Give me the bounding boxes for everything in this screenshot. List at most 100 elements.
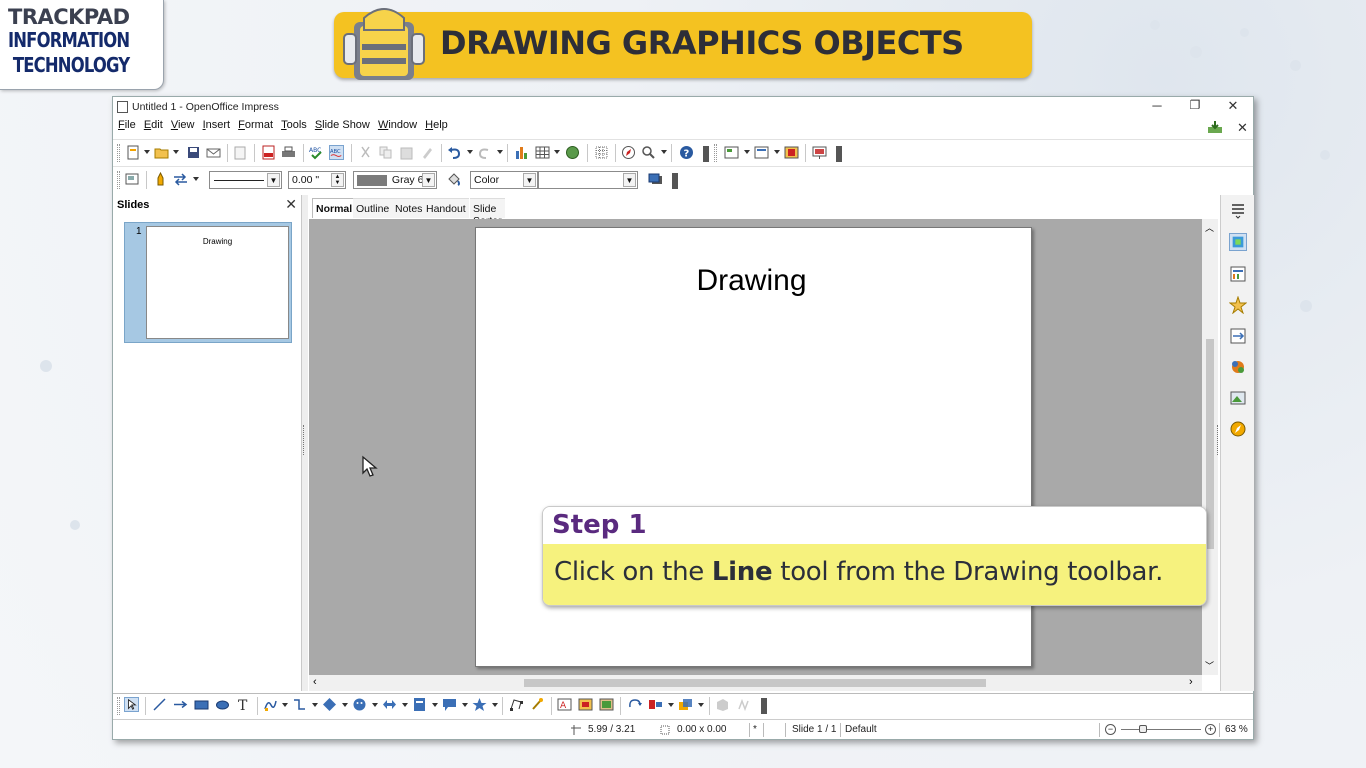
cut-icon[interactable] [358, 145, 373, 160]
curve-tool-icon[interactable] [263, 697, 278, 712]
chevron-down-icon[interactable] [282, 703, 288, 707]
close-pane-button[interactable]: ✕ [285, 196, 297, 213]
menu-insert[interactable]: Insert [203, 119, 231, 131]
chevron-down-icon[interactable]: ▼ [267, 173, 280, 187]
navigator-globe-icon[interactable] [565, 145, 580, 160]
area-style-select[interactable]: Color ▼ [470, 171, 538, 189]
help-icon[interactable]: ? [679, 145, 694, 160]
open-folder-icon[interactable] [154, 145, 169, 160]
horizontal-scroll-thumb[interactable] [524, 679, 986, 687]
callouts-icon[interactable] [442, 697, 457, 712]
vertical-scroll-thumb[interactable] [1206, 339, 1214, 549]
restore-button[interactable]: ❐ [1185, 98, 1205, 112]
chevron-down-icon[interactable] [342, 703, 348, 707]
grid-icon[interactable] [594, 145, 609, 160]
chevron-down-icon[interactable] [432, 703, 438, 707]
save-icon[interactable] [186, 145, 201, 160]
horizontal-scrollbar[interactable]: ‹ › [309, 675, 1202, 691]
chevron-down-icon[interactable] [661, 150, 667, 154]
sidebar-grip[interactable] [1217, 425, 1220, 455]
chevron-down-icon[interactable] [312, 703, 318, 707]
line-style-select[interactable]: ▼ [209, 171, 282, 189]
extrusion-icon[interactable] [715, 697, 730, 712]
chevron-down-icon[interactable] [698, 703, 704, 707]
zoom-slider[interactable] [1121, 729, 1201, 730]
menu-view[interactable]: View [171, 119, 195, 131]
pane-splitter[interactable] [302, 195, 308, 691]
properties-icon[interactable] [1229, 233, 1247, 251]
scroll-down-icon[interactable]: ﹀ [1205, 659, 1214, 672]
rotate-icon[interactable] [627, 697, 642, 712]
chevron-down-icon[interactable] [668, 703, 674, 707]
tab-normal[interactable]: Normal [312, 198, 357, 218]
display-slide-icon[interactable] [125, 172, 140, 187]
tab-handout[interactable]: Handout [423, 198, 469, 218]
alignment-icon[interactable] [648, 697, 663, 712]
navigator-icon[interactable] [621, 145, 636, 160]
email-icon[interactable] [206, 145, 221, 160]
spellcheck-icon[interactable]: ABC [309, 145, 324, 160]
block-arrows-icon[interactable] [382, 697, 397, 712]
toolbar-overflow[interactable] [761, 698, 767, 714]
gallery-icon[interactable] [1229, 389, 1247, 407]
paste-icon[interactable] [399, 145, 414, 160]
edit-file-icon[interactable] [233, 145, 248, 160]
menu-edit[interactable]: Edit [144, 119, 163, 131]
zoom-in-icon[interactable]: + [1205, 724, 1216, 735]
basic-shapes-icon[interactable] [322, 697, 337, 712]
slide-transition-icon[interactable] [1229, 327, 1247, 345]
chevron-down-icon[interactable] [173, 150, 179, 154]
line-width-field[interactable]: 0.00 " ▲ ▼ [288, 171, 346, 189]
close-button[interactable]: ✕ [1223, 98, 1243, 114]
chevron-down-icon[interactable]: ▼ [422, 173, 435, 187]
clone-formatting-icon[interactable] [420, 145, 435, 160]
from-file-icon[interactable] [578, 697, 593, 712]
tab-notes[interactable]: Notes [392, 198, 426, 218]
status-zoom[interactable]: 63 % [1225, 724, 1248, 735]
slide-layout-icon[interactable] [724, 145, 739, 160]
redo-icon[interactable] [477, 145, 492, 160]
menu-tools[interactable]: Tools [281, 119, 307, 131]
toolbar-overflow[interactable] [672, 173, 678, 189]
chevron-down-icon[interactable] [193, 177, 199, 181]
slide-workspace[interactable]: Drawing [309, 219, 1202, 675]
gallery-icon[interactable] [599, 697, 614, 712]
chevron-down-icon[interactable] [144, 150, 150, 154]
chevron-down-icon[interactable] [462, 703, 468, 707]
copy-icon[interactable] [378, 145, 393, 160]
slide-thumbnail-preview[interactable]: Drawing [146, 226, 289, 339]
paint-bucket-icon[interactable] [446, 172, 461, 187]
chevron-down-icon[interactable] [492, 703, 498, 707]
custom-animation-icon[interactable] [1229, 296, 1247, 314]
fontwork-icon[interactable]: A [557, 697, 572, 712]
chart-icon[interactable] [514, 145, 529, 160]
stars-icon[interactable] [472, 697, 487, 712]
slide-title[interactable]: Drawing [474, 264, 1029, 298]
line-style-pen-icon[interactable] [153, 172, 168, 187]
toolbar-overflow[interactable] [703, 146, 709, 162]
status-modified[interactable]: * [753, 724, 757, 735]
effects-icon[interactable] [736, 697, 751, 712]
connector-tool-icon[interactable] [292, 697, 307, 712]
table-icon[interactable] [535, 145, 550, 160]
zoom-out-icon[interactable]: − [1105, 724, 1116, 735]
scroll-left-icon[interactable]: ‹ [313, 676, 317, 688]
rectangle-tool-icon[interactable] [194, 697, 209, 712]
flowchart-icon[interactable] [412, 697, 427, 712]
print-icon[interactable] [281, 145, 296, 160]
points-icon[interactable] [509, 697, 524, 712]
scroll-right-icon[interactable]: › [1189, 676, 1193, 688]
chevron-down-icon[interactable] [467, 150, 473, 154]
tab-slide-sorter[interactable]: Slide Sorter [470, 198, 505, 227]
arrange-icon[interactable] [678, 697, 693, 712]
slide-design-icon[interactable] [754, 145, 769, 160]
line-arrow-tool-icon[interactable] [173, 697, 188, 712]
navigator-icon[interactable] [1229, 420, 1247, 438]
undo-icon[interactable] [447, 145, 462, 160]
line-color-select[interactable]: Gray 6 ▼ [353, 171, 437, 189]
scroll-up-icon[interactable]: ︿ [1205, 221, 1214, 234]
zoom-icon[interactable] [641, 145, 656, 160]
chevron-down-icon[interactable] [497, 150, 503, 154]
sidebar-menu-icon[interactable] [1229, 201, 1247, 219]
autospellcheck-icon[interactable]: ABC [329, 145, 344, 160]
